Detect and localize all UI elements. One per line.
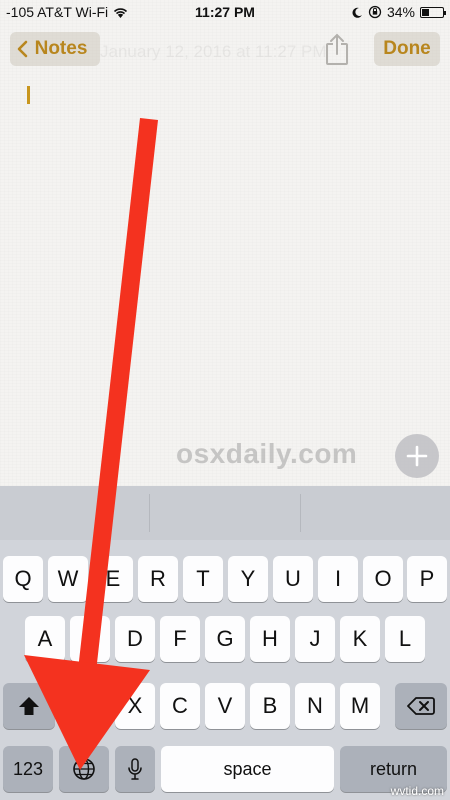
chevron-left-icon xyxy=(17,40,28,58)
nav-bar: January 12, 2016 at 11:27 PM Notes Done xyxy=(0,24,450,76)
note-date: January 12, 2016 at 11:27 PM xyxy=(100,42,327,61)
new-item-button[interactable] xyxy=(395,434,439,478)
note-paper[interactable]: -105 AT&T Wi-Fi 11:27 PM 34% January 12,… xyxy=(0,0,450,486)
key-g[interactable]: G xyxy=(205,616,245,662)
backspace-icon xyxy=(407,697,435,715)
plus-icon xyxy=(406,445,428,467)
key-a[interactable]: A xyxy=(25,616,65,662)
site-credit: wvtid.com xyxy=(390,784,444,798)
key-x[interactable]: X xyxy=(115,683,155,729)
key-u[interactable]: U xyxy=(273,556,313,602)
share-icon[interactable] xyxy=(322,32,352,66)
key-o[interactable]: O xyxy=(363,556,403,602)
delete-key[interactable] xyxy=(395,683,447,729)
key-p[interactable]: P xyxy=(407,556,447,602)
suggestion-bar xyxy=(0,486,450,540)
watermark: osxdaily.com xyxy=(176,438,358,469)
status-left: -105 AT&T Wi-Fi xyxy=(6,4,128,20)
keyboard: Q W E R T Y U I O P A S D F G H J K L Z … xyxy=(0,486,450,800)
key-q[interactable]: Q xyxy=(3,556,43,602)
key-r[interactable]: R xyxy=(138,556,178,602)
key-n[interactable]: N xyxy=(295,683,335,729)
key-e[interactable]: E xyxy=(93,556,133,602)
key-b[interactable]: B xyxy=(250,683,290,729)
key-f[interactable]: F xyxy=(160,616,200,662)
wifi-icon xyxy=(114,7,128,18)
key-i[interactable]: I xyxy=(318,556,358,602)
key-w[interactable]: W xyxy=(48,556,88,602)
text-cursor xyxy=(27,86,30,104)
shift-key[interactable] xyxy=(3,683,55,729)
key-m[interactable]: M xyxy=(340,683,380,729)
key-h[interactable]: H xyxy=(250,616,290,662)
microphone-icon xyxy=(128,758,142,780)
dictation-key[interactable] xyxy=(115,746,155,792)
key-k[interactable]: K xyxy=(340,616,380,662)
suggestion-slot[interactable] xyxy=(301,494,450,532)
suggestion-slot[interactable] xyxy=(0,494,151,532)
battery-percent: 34% xyxy=(386,4,415,20)
key-c[interactable]: C xyxy=(160,683,200,729)
shift-icon xyxy=(19,697,39,715)
globe-key[interactable] xyxy=(59,746,109,792)
key-v[interactable]: V xyxy=(205,683,245,729)
back-button-label: Notes xyxy=(34,38,88,59)
moon-icon xyxy=(352,7,362,18)
battery-fill xyxy=(422,8,429,16)
key-t[interactable]: T xyxy=(183,556,223,602)
key-z[interactable]: Z xyxy=(70,683,110,729)
rotation-lock-icon xyxy=(368,5,382,19)
done-button[interactable]: Done xyxy=(374,32,440,66)
numbers-key[interactable]: 123 xyxy=(3,746,53,792)
key-y[interactable]: Y xyxy=(228,556,268,602)
suggestion-slot[interactable] xyxy=(150,494,301,532)
key-l[interactable]: L xyxy=(385,616,425,662)
key-d[interactable]: D xyxy=(115,616,155,662)
status-right: 34% xyxy=(352,4,446,20)
back-button[interactable]: Notes xyxy=(10,32,100,66)
key-s[interactable]: S xyxy=(70,616,110,662)
carrier-label: -105 AT&T Wi-Fi xyxy=(6,4,109,20)
globe-icon xyxy=(73,758,95,780)
battery-icon xyxy=(420,6,446,18)
space-key[interactable]: space xyxy=(161,746,334,792)
status-bar: -105 AT&T Wi-Fi 11:27 PM 34% xyxy=(0,0,450,24)
key-j[interactable]: J xyxy=(295,616,335,662)
